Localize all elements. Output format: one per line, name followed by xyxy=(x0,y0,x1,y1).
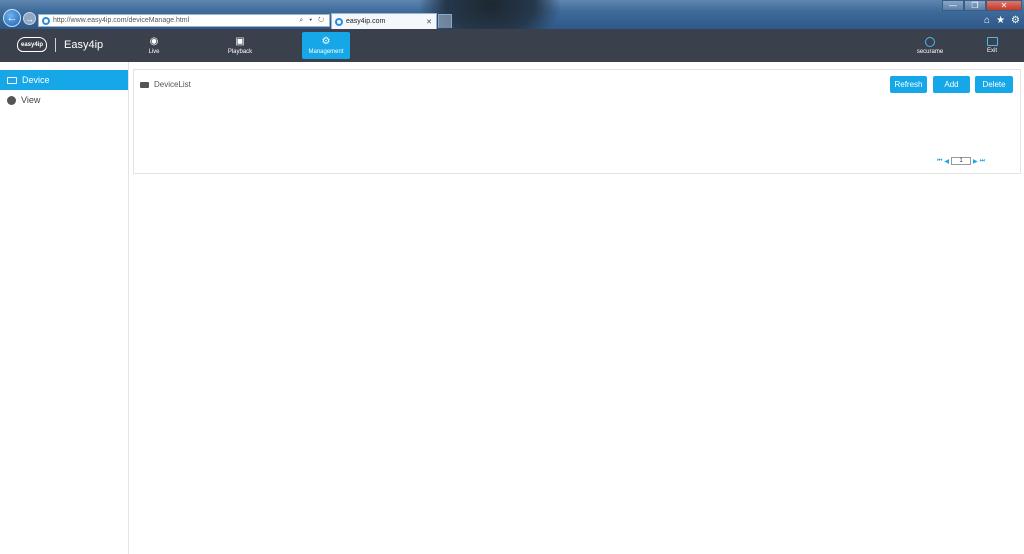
sidebar-item-label: View xyxy=(21,95,41,105)
delete-button[interactable]: Delete xyxy=(975,76,1013,93)
sidebar-item-device[interactable]: Device xyxy=(0,70,128,90)
nav-playback[interactable]: ▣ Playback xyxy=(216,32,264,59)
tab-close-icon[interactable]: ✕ xyxy=(426,18,436,26)
sidebar-item-label: Device xyxy=(22,75,50,85)
pagination: ⏮ ◀ 1 ▶ ⏭ xyxy=(937,157,985,165)
app-logo[interactable]: easy4ip Easy4ip xyxy=(17,37,103,52)
back-button[interactable]: ← xyxy=(3,9,21,27)
logo-separator xyxy=(55,37,56,52)
device-icon xyxy=(7,76,17,84)
tab-label: easy4ip.com xyxy=(346,18,386,25)
panel-title-text: DeviceList xyxy=(154,80,191,89)
back-arrow-icon: ← xyxy=(6,12,18,24)
add-button[interactable]: Add xyxy=(933,76,970,93)
logo-text: Easy4ip xyxy=(64,38,104,51)
view-icon xyxy=(7,95,16,105)
eye-icon: ◉ xyxy=(149,36,159,47)
ie-icon xyxy=(42,16,50,25)
app-header: easy4ip Easy4ip ◉ Live ▣ Playback ⚙ Mana… xyxy=(0,29,1024,62)
new-tab-button[interactable] xyxy=(438,14,452,28)
exit-button[interactable]: Exit xyxy=(977,32,1007,59)
first-page-icon[interactable]: ⏮ xyxy=(937,158,942,165)
browser-toolbar-icons: ⌂ ★ ⚙ xyxy=(984,15,1020,26)
list-icon xyxy=(140,81,149,88)
page-number-input[interactable]: 1 xyxy=(951,157,972,165)
prev-page-icon[interactable]: ◀ xyxy=(944,158,949,165)
exit-icon xyxy=(986,37,998,46)
nav-management-label: Management xyxy=(308,49,344,55)
forward-button[interactable]: → xyxy=(23,12,36,25)
main-nav: ◉ Live ▣ Playback ⚙ Management xyxy=(130,29,388,59)
gear-icon: ⚙ xyxy=(321,36,331,47)
tab-ie-icon xyxy=(335,17,343,26)
home-icon[interactable]: ⌂ xyxy=(984,15,990,26)
user-icon xyxy=(925,36,935,47)
nav-live[interactable]: ◉ Live xyxy=(130,32,178,59)
logo-cloud-icon: easy4ip xyxy=(17,37,47,52)
refresh-button[interactable]: Refresh xyxy=(890,76,927,93)
sidebar-item-view[interactable]: View xyxy=(0,90,128,110)
minimize-button[interactable]: — xyxy=(942,0,964,11)
nav-management[interactable]: ⚙ Management xyxy=(302,32,350,59)
nav-playback-label: Playback xyxy=(227,49,253,55)
favorites-star-icon[interactable]: ★ xyxy=(996,15,1005,26)
browser-tab[interactable]: easy4ip.com ✕ xyxy=(331,13,437,29)
tools-gear-icon[interactable]: ⚙ xyxy=(1011,15,1020,26)
forward-arrow-icon: → xyxy=(25,13,34,24)
next-page-icon[interactable]: ▶ xyxy=(973,158,978,165)
address-tools-icon[interactable]: ⌕ ▾ ↻ xyxy=(299,17,329,25)
device-list-panel: DeviceList Refresh Add Delete ⏮ ◀ 1 ▶ ⏭ xyxy=(133,69,1021,174)
close-window-button[interactable]: ✕ xyxy=(986,0,1022,11)
window-controls: — ❐ ✕ xyxy=(942,0,1022,11)
last-page-icon[interactable]: ⏭ xyxy=(980,158,985,165)
url-text[interactable]: http://www.easy4ip.com/deviceManage.html xyxy=(53,17,299,24)
address-bar[interactable]: http://www.easy4ip.com/deviceManage.html… xyxy=(38,14,330,27)
exit-label: Exit xyxy=(986,48,997,54)
panel-title: DeviceList xyxy=(140,80,191,89)
user-menu[interactable]: securame xyxy=(910,32,950,59)
film-icon: ▣ xyxy=(235,36,245,47)
username-label: securame xyxy=(916,48,944,55)
nav-live-label: Live xyxy=(148,49,160,55)
sidebar: Device View xyxy=(0,62,129,554)
browser-chrome: ← → http://www.easy4ip.com/deviceManage.… xyxy=(0,0,1024,29)
restore-button[interactable]: ❐ xyxy=(964,0,986,11)
